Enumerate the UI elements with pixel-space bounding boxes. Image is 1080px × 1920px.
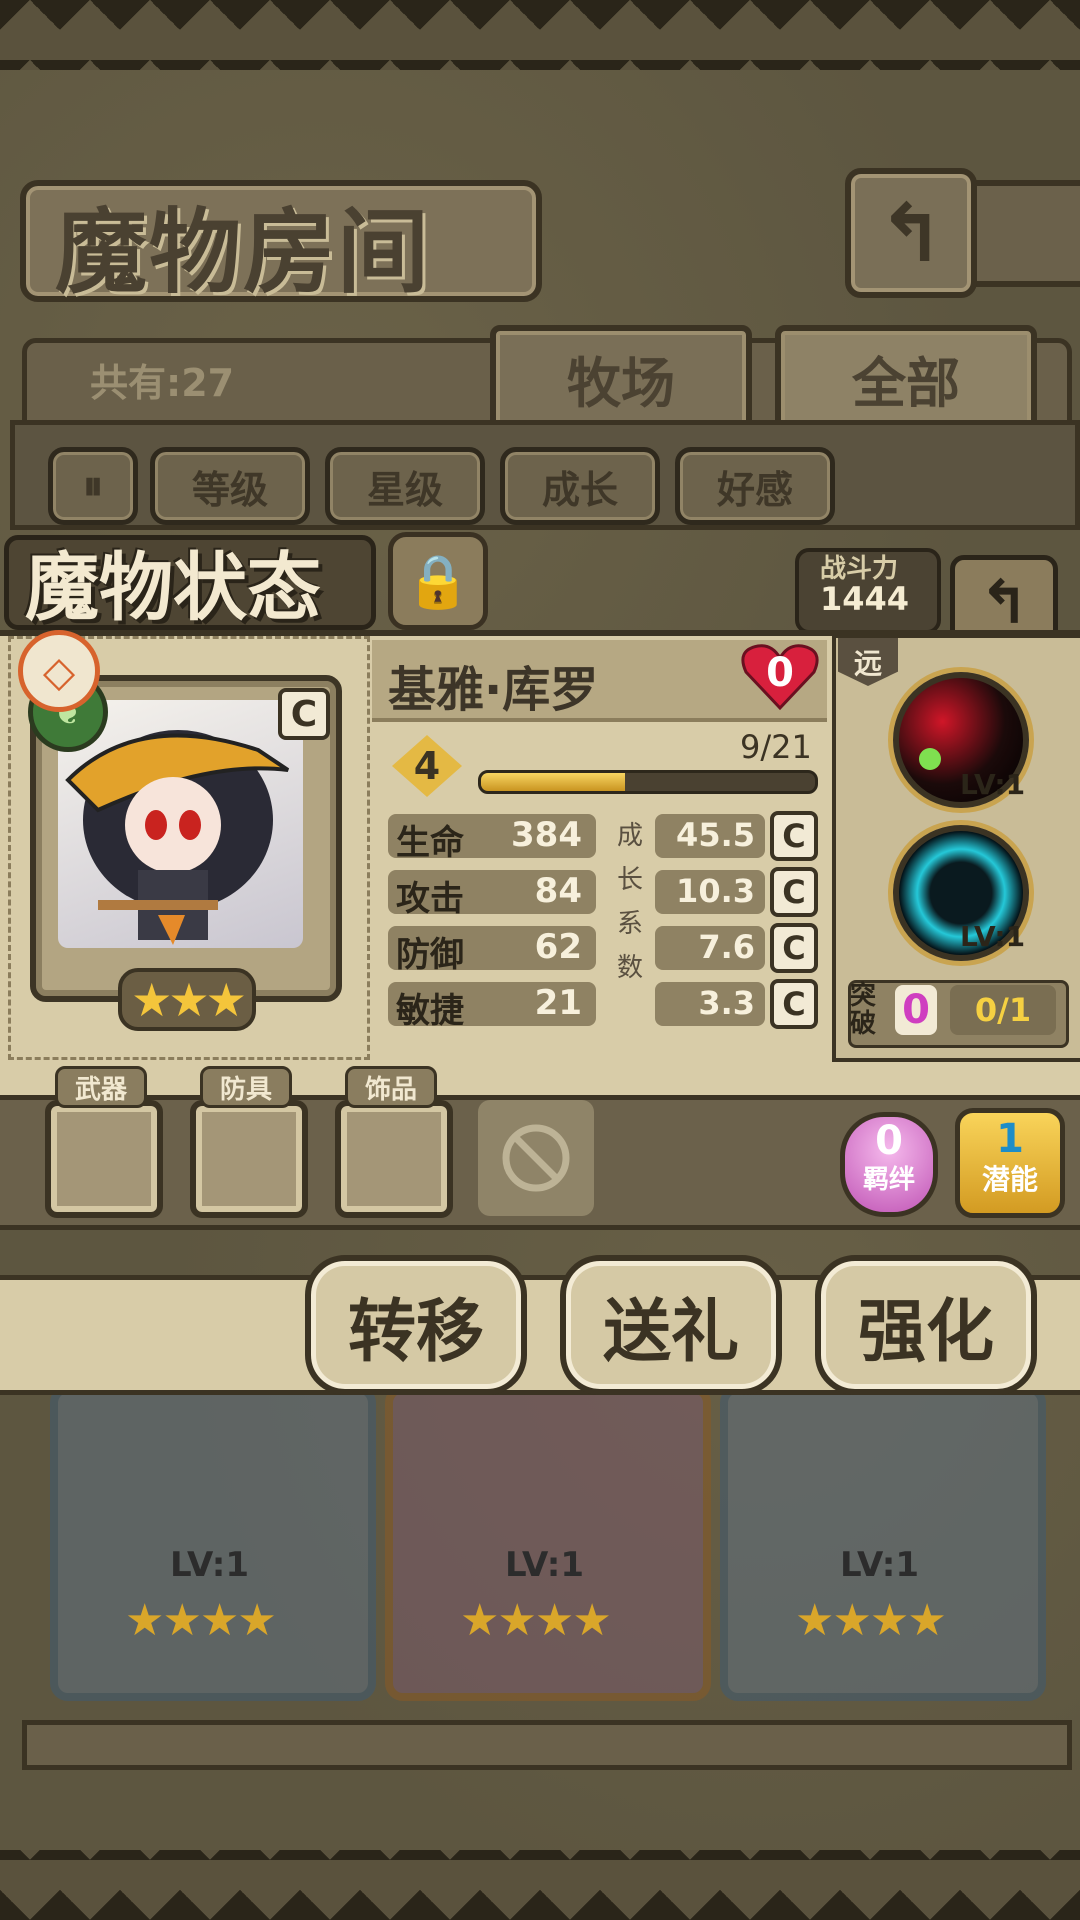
skill-1-icon (919, 748, 941, 770)
bond-count: 0 (875, 1118, 903, 1164)
monster-card[interactable] (720, 1385, 1046, 1701)
stat-label: 防御 (396, 935, 464, 975)
armor-slot[interactable] (190, 1100, 308, 1218)
potential-label: 潜能 (981, 1163, 1038, 1196)
growth-label-char: 长 (617, 865, 644, 895)
locked-slot (478, 1100, 594, 1216)
filter-favor-button[interactable]: 好感 (675, 447, 835, 525)
accessory-label: 饰品 (345, 1066, 437, 1108)
tab-all[interactable]: 全部 (775, 325, 1037, 432)
card-stars: ★★★★ (795, 1595, 947, 1646)
card-level: LV:1 (170, 1545, 250, 1585)
growth-label-char: 数 (617, 953, 644, 983)
stat-label: 生命 (396, 823, 464, 863)
growth-label-char: 成 (617, 821, 644, 851)
skill-1-level: LV:1 (960, 768, 1026, 801)
exp-text: 9/21 (740, 728, 812, 766)
monster-name: 基雅·库罗 (388, 662, 599, 718)
stat-value: 84 (534, 871, 582, 911)
transfer-button[interactable]: 转移 (305, 1255, 527, 1395)
monster-count: 共有:27 (90, 361, 235, 405)
rarity-icon: ◇ (18, 630, 100, 712)
card-level: LV:1 (840, 1545, 920, 1585)
lock-button[interactable]: 🔒 (388, 532, 488, 630)
growth-label-char: 系 (617, 909, 644, 939)
monster-grade-badge: C (278, 688, 330, 740)
bottom-border (0, 1850, 1080, 1920)
bond-label: 羁绊 (862, 1165, 915, 1195)
growth-value: 7.6 (698, 928, 755, 966)
filter-growth-button[interactable]: 成长 (500, 447, 660, 525)
growth-grade: C (770, 867, 818, 917)
exp-bar-fill (481, 773, 625, 791)
breakthrough-label: 突破 (850, 981, 877, 1039)
status-title: 魔物状态 (25, 545, 321, 631)
growth-grade: C (770, 979, 818, 1029)
potential-count: 1 (996, 1116, 1024, 1162)
filter-level-button[interactable]: 等级 (150, 447, 310, 525)
stat-value: 62 (534, 927, 582, 967)
potential-button[interactable]: 1 潜能 (955, 1108, 1065, 1218)
card-stars: ★★★★ (125, 1595, 277, 1646)
stat-value: 384 (511, 815, 582, 855)
growth-value: 45.5 (676, 816, 755, 854)
growth-grade: C (770, 923, 818, 973)
growth-value: 3.3 (698, 984, 755, 1022)
card-stars: ★★★★ (460, 1595, 612, 1646)
list-footer (22, 1720, 1072, 1770)
sort-icon: ⏸ (83, 463, 103, 509)
prohibited-icon (502, 1124, 570, 1192)
breakthrough-count: 0 (895, 985, 937, 1035)
skill-2-level: LV:1 (960, 920, 1026, 953)
stat-label: 攻击 (396, 879, 464, 919)
monster-stars: ★★★ (118, 968, 256, 1031)
tab-ranch[interactable]: 牧场 (490, 325, 752, 432)
card-level: LV:1 (505, 1545, 585, 1585)
filter-star-button[interactable]: 星级 (325, 447, 485, 525)
growth-value: 10.3 (676, 872, 755, 910)
weapon-label: 武器 (55, 1066, 147, 1108)
bond-button[interactable]: 0 羁绊 (840, 1112, 938, 1217)
return-icon: ↰ (877, 186, 945, 280)
growth-coefficient-label: 成 长 系 数 (617, 814, 644, 990)
breakthrough-progress: 0/1 (950, 985, 1056, 1035)
back-button-rail (960, 180, 1080, 287)
power-value: 1444 (820, 580, 910, 618)
stat-label: 敏捷 (396, 991, 464, 1031)
gift-button[interactable]: 送礼 (560, 1255, 782, 1395)
growth-grade: C (770, 811, 818, 861)
return-icon: ↰ (978, 567, 1030, 638)
favor-value: 0 (766, 650, 794, 696)
armor-label: 防具 (200, 1066, 292, 1108)
back-button[interactable]: ↰ (845, 168, 977, 298)
top-border (0, 0, 1080, 70)
lock-icon: 🔒 (405, 551, 471, 612)
monster-card[interactable] (385, 1385, 711, 1701)
monster-card[interactable] (50, 1385, 376, 1701)
page-title: 魔物房间 (55, 198, 432, 306)
enhance-button[interactable]: 强化 (815, 1255, 1037, 1395)
stat-value: 21 (534, 983, 582, 1023)
weapon-slot[interactable] (45, 1100, 163, 1218)
favor-heart: 0 (740, 642, 820, 712)
sort-order-button[interactable]: ⏸ (48, 447, 138, 525)
accessory-slot[interactable] (335, 1100, 453, 1218)
exp-bar (478, 770, 818, 794)
